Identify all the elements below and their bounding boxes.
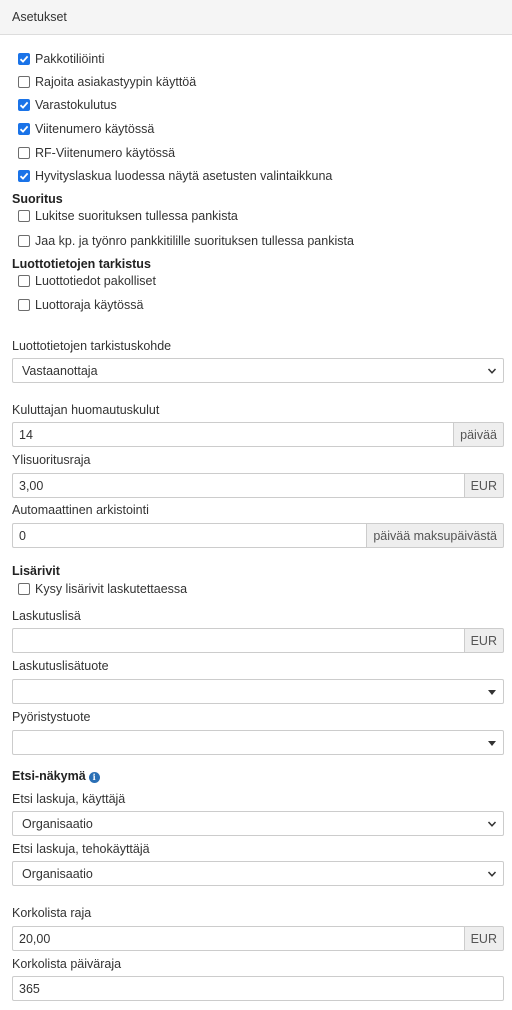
field-label-etsi-tehokayttaja: Etsi laskuja, tehokäyttäjä: [12, 842, 150, 856]
section-title-suoritus: Suoritus: [12, 192, 63, 206]
field-label-korkolista-raja: Korkolista raja: [12, 906, 92, 920]
select-value: Organisaatio: [22, 817, 93, 831]
checkbox-label: Viitenumero käytössä: [35, 122, 155, 136]
input-addon: EUR: [463, 926, 504, 951]
checkbox-box[interactable]: [18, 99, 30, 111]
input-value: 14: [19, 428, 33, 442]
section-title-lisarivit: Lisärivit: [12, 564, 60, 578]
etsi-tehokayttaja-select[interactable]: Organisaatio: [12, 861, 504, 886]
field-label-korkolista-paivaraja: Korkolista päiväraja: [12, 957, 122, 971]
checkbox-label: Rajoita asiakastyypin käyttöä: [35, 75, 197, 89]
arkistointi-input-group: 0 päivää maksupäivästä: [12, 523, 504, 548]
checkbox-kysy-lisarivit[interactable]: Kysy lisärivit laskutettaessa: [18, 580, 187, 598]
checkbox-label: Pakkotiliöinti: [35, 52, 105, 66]
laskutuslisa-input-group: EUR: [12, 628, 504, 653]
huomautuskulut-input[interactable]: 14: [12, 422, 454, 447]
input-addon: päivää: [453, 422, 504, 447]
checkbox-luottoraja[interactable]: Luottoraja käytössä: [18, 296, 143, 314]
checkbox-viitenumero[interactable]: Viitenumero käytössä: [18, 120, 154, 138]
checkbox-jaa-kp[interactable]: Jaa kp. ja työnro pankkitilille suorituk…: [18, 232, 354, 250]
caret-down-icon: [488, 690, 496, 695]
checkbox-varastokulutus[interactable]: Varastokulutus: [18, 96, 117, 114]
checkbox-label: Jaa kp. ja työnro pankkitilille suorituk…: [35, 234, 354, 248]
ylisuoritusraja-input-group: 3,00 EUR: [12, 473, 504, 498]
checkbox-pakkotiliointi[interactable]: Pakkotiliöinti: [18, 50, 104, 68]
field-label-tarkistuskohde: Luottotietojen tarkistuskohde: [12, 339, 172, 353]
checkbox-hyvityslasku[interactable]: Hyvityslaskua luodessa näytä asetusten v…: [18, 167, 332, 185]
arkistointi-input[interactable]: 0: [12, 523, 367, 548]
korkolista-paivaraja-input[interactable]: 365: [12, 976, 504, 1001]
section-title-etsi: Etsi-näkymä i: [12, 769, 100, 783]
input-addon: päivää maksupäivästä: [366, 523, 504, 548]
caret-down-icon: [488, 741, 496, 746]
checkbox-label: Lukitse suorituksen tullessa pankista: [35, 209, 238, 223]
checkbox-box[interactable]: [18, 76, 30, 88]
checkbox-label: Luottoraja käytössä: [35, 298, 144, 312]
chevron-down-icon: [487, 871, 497, 877]
input-addon: EUR: [463, 628, 504, 653]
field-label-etsi-kayttaja: Etsi laskuja, käyttäjä: [12, 792, 126, 806]
checkbox-label: Kysy lisärivit laskutettaessa: [35, 582, 188, 596]
input-value: 20,00: [19, 932, 51, 946]
field-label-laskutuslisa: Laskutuslisä: [12, 609, 81, 623]
section-title-text: Etsi-näkymä: [12, 769, 86, 783]
checkbox-box[interactable]: [18, 235, 30, 247]
checkbox-box[interactable]: [18, 299, 30, 311]
chevron-down-icon: [487, 821, 497, 827]
huomautuskulut-input-group: 14 päivää: [12, 422, 504, 447]
select-value: Organisaatio: [22, 867, 93, 881]
panel-title: Asetukset: [12, 10, 67, 24]
checkbox-box[interactable]: [18, 170, 30, 182]
tarkistuskohde-select[interactable]: Vastaanottaja: [12, 358, 504, 383]
checkbox-box[interactable]: [18, 147, 30, 159]
input-value: 365: [19, 982, 40, 996]
checkbox-rajoita-asiakastyyppi[interactable]: Rajoita asiakastyypin käyttöä: [18, 73, 196, 91]
select-value: Vastaanottaja: [22, 364, 98, 378]
checkbox-label: Luottotiedot pakolliset: [35, 274, 156, 288]
ylisuoritusraja-input[interactable]: 3,00: [12, 473, 464, 498]
field-label-arkistointi: Automaattinen arkistointi: [12, 503, 149, 517]
laskutuslisa-input[interactable]: [12, 628, 464, 653]
korkolista-paivaraja-input-group: 365: [12, 976, 504, 1001]
checkbox-lukitse-suoritus[interactable]: Lukitse suorituksen tullessa pankista: [18, 207, 238, 225]
checkbox-box[interactable]: [18, 583, 30, 595]
field-label-ylisuoritusraja: Ylisuoritusraja: [12, 453, 91, 467]
laskutuslisatuote-select[interactable]: [12, 679, 504, 704]
info-icon[interactable]: i: [88, 771, 100, 783]
checkbox-label: RF-Viitenumero käytössä: [35, 146, 176, 160]
chevron-down-icon: [487, 368, 497, 374]
checkbox-rf-viitenumero[interactable]: RF-Viitenumero käytössä: [18, 144, 175, 162]
checkbox-box[interactable]: [18, 53, 30, 65]
field-label-laskutuslisatuote: Laskutuslisätuote: [12, 659, 109, 673]
section-title-luottotiedot: Luottotietojen tarkistus: [12, 257, 151, 271]
checkbox-label: Varastokulutus: [35, 98, 117, 112]
checkbox-box[interactable]: [18, 275, 30, 287]
input-value: 3,00: [19, 479, 44, 493]
checkbox-box[interactable]: [18, 210, 30, 222]
checkbox-box[interactable]: [18, 123, 30, 135]
korkolista-raja-input-group: 20,00 EUR: [12, 926, 504, 951]
field-label-huomautuskulut: Kuluttajan huomautuskulut: [12, 403, 160, 417]
checkbox-luottotiedot-pakolliset[interactable]: Luottotiedot pakolliset: [18, 272, 156, 290]
etsi-kayttaja-select[interactable]: Organisaatio: [12, 811, 504, 836]
input-addon: EUR: [463, 473, 504, 498]
input-value: 0: [19, 529, 26, 543]
panel-header: Asetukset: [0, 0, 512, 35]
checkbox-label: Hyvityslaskua luodessa näytä asetusten v…: [35, 169, 333, 183]
pyoristystuote-select[interactable]: [12, 730, 504, 755]
korkolista-raja-input[interactable]: 20,00: [12, 926, 464, 951]
field-label-pyoristystuote: Pyöristystuote: [12, 710, 91, 724]
